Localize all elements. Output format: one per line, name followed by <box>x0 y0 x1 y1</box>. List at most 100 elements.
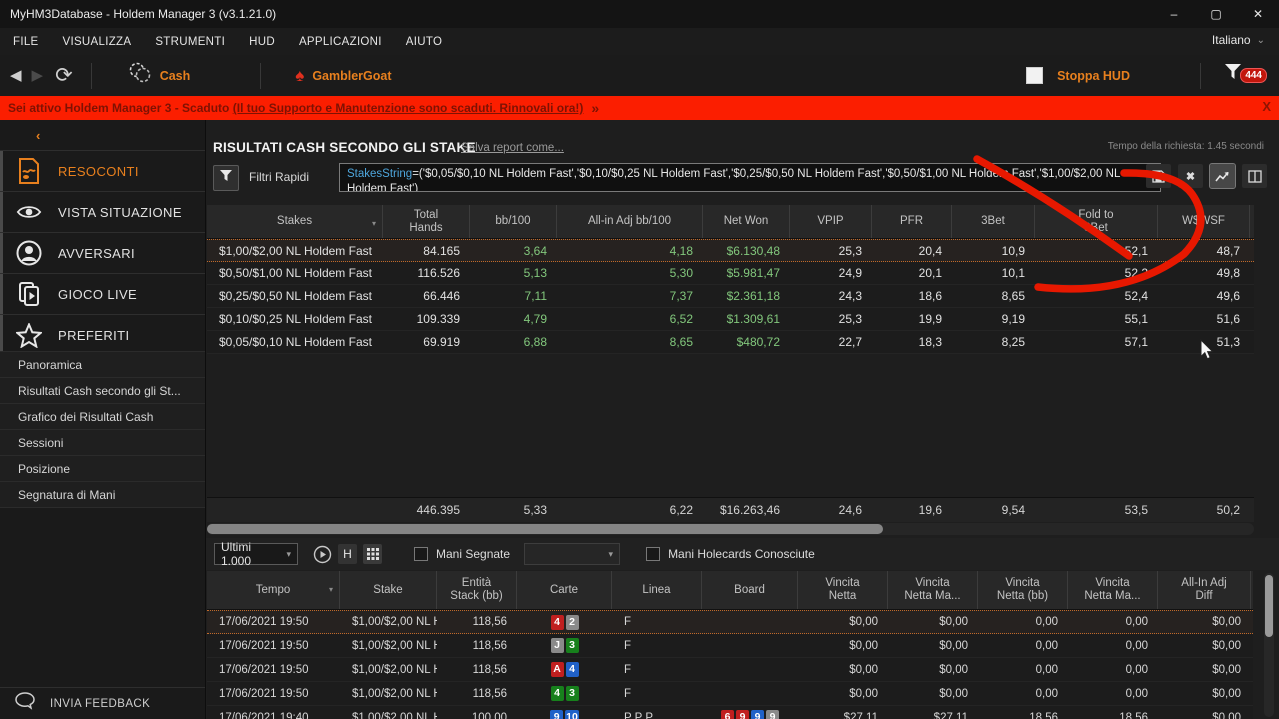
sort-arrow-icon[interactable]: ▾ <box>329 583 333 596</box>
report-item-posizione[interactable]: Posizione <box>0 455 205 481</box>
horizontal-scrollbar[interactable] <box>207 523 1254 535</box>
hand-filter-button[interactable]: 444 <box>1223 62 1267 90</box>
marked-hands-select[interactable]: ▾ <box>524 543 621 565</box>
hand-row[interactable]: 17/06/2021 19:50 $1,00/$2,00 NL Holdem Fa… <box>207 634 1253 658</box>
cell-vincita-netta-bb: 0,00 <box>1035 687 1058 700</box>
refresh-icon[interactable]: ⟳ <box>55 63 73 88</box>
column-header-w-wsf[interactable]: W$WSF <box>1158 205 1250 238</box>
hand-range-select[interactable]: Ultimi 1.000 ▾ <box>214 540 298 568</box>
stakes-row[interactable]: $1,00/$2,00 NL Holdem Fast 84.165 3,64 4,18… <box>207 239 1254 262</box>
column-header-vpip[interactable]: VPIP <box>790 205 872 238</box>
marked-hands-checkbox[interactable] <box>414 547 428 561</box>
card-9d: 9 <box>751 710 764 719</box>
cell-stake: $1,00/$2,00 NL Holdem Fast <box>352 687 437 700</box>
columns-layout-button[interactable] <box>1242 164 1267 188</box>
vertical-scrollbar[interactable] <box>1264 573 1274 717</box>
divider <box>1200 62 1201 89</box>
cell-vincita-netta-ma: 0,00 <box>1125 639 1148 652</box>
column-header-vincita-netta-ma[interactable]: Vincita Netta Ma... <box>888 571 978 609</box>
scrollbar-thumb[interactable] <box>1265 575 1273 637</box>
column-header-fold-to-3bet[interactable]: Fold to 3Bet <box>1035 205 1158 238</box>
feedback-label: INVIA FEEDBACK <box>50 697 151 710</box>
cash-tab[interactable]: Cash <box>128 62 190 89</box>
scrollbar-thumb[interactable] <box>207 524 883 534</box>
sidebar-item-label: VISTA SITUAZIONE <box>58 204 182 220</box>
cell-tempo: 17/06/2021 19:50 <box>219 687 309 700</box>
column-header-3bet[interactable]: 3Bet <box>952 205 1035 238</box>
player-tab[interactable]: ♠ GamblerGoat <box>295 67 391 84</box>
column-header-board[interactable]: Board <box>702 571 798 609</box>
column-header-tempo[interactable]: Tempo ▾ <box>207 571 340 609</box>
stakes-row[interactable]: $0,25/$0,50 NL Holdem Fast 66.446 7,11 7,37… <box>207 285 1254 308</box>
send-feedback-button[interactable]: INVIA FEEDBACK <box>0 687 205 719</box>
stop-hud-checkbox[interactable] <box>1026 67 1044 84</box>
column-header-all-in-adj-diff[interactable]: All-In Adj Diff <box>1158 571 1251 609</box>
renew-link[interactable]: (Il tuo Supporto e Manutenzione sono sca… <box>233 101 584 115</box>
column-header-vincita-netta[interactable]: Vincita Netta <box>798 571 888 609</box>
menu-file[interactable]: FILE <box>13 36 39 48</box>
column-header-linea[interactable]: Linea <box>612 571 702 609</box>
sidebar-item-resoconti[interactable]: RESOCONTI <box>0 150 205 191</box>
report-item-sessioni[interactable]: Sessioni <box>0 429 205 455</box>
column-header-net-won[interactable]: Net Won <box>703 205 790 238</box>
language-selector[interactable]: Italiano ⌄ <box>1212 33 1265 47</box>
replay-hand-button[interactable] <box>312 544 332 564</box>
column-header-all-in-adj-bb-100[interactable]: All-in Adj bb/100 <box>557 205 703 238</box>
close-button[interactable]: ✕ <box>1237 0 1279 28</box>
clear-filter-button[interactable]: ✖ <box>1178 164 1203 188</box>
stakes-row[interactable]: $0,05/$0,10 NL Holdem Fast 69.919 6,88 8,65… <box>207 331 1254 354</box>
back-button[interactable]: ◀ <box>10 68 22 83</box>
column-header-stake[interactable]: Stake <box>340 571 437 609</box>
menu-strumenti[interactable]: STRUMENTI <box>155 36 225 48</box>
banner-close-button[interactable]: X <box>1262 99 1271 114</box>
minimize-button[interactable]: – <box>1153 0 1195 28</box>
maximize-button[interactable]: ▢ <box>1195 0 1237 28</box>
report-item-risultati-cash-secondo-gli-st[interactable]: Risultati Cash secondo gli St... <box>0 377 205 403</box>
card-4c: 4 <box>550 686 564 701</box>
stakes-row[interactable]: $0,50/$1,00 NL Holdem Fast 116.526 5,13 5,3… <box>207 262 1254 285</box>
cell-net-won: $480,72 <box>736 335 780 349</box>
menu-hud[interactable]: HUD <box>249 36 275 48</box>
sidebar-item-gioco-live[interactable]: GIOCO LIVE <box>0 273 205 314</box>
column-header-vincita-netta-ma[interactable]: Vincita Netta Ma... <box>1068 571 1158 609</box>
hand-row[interactable]: 17/06/2021 19:50 $1,00/$2,00 NL Holdem Fa… <box>207 610 1253 634</box>
hud-toggle-button[interactable]: H <box>338 544 357 564</box>
chart-view-button[interactable] <box>1209 163 1236 189</box>
report-item-grafico-dei-risultati-cash[interactable]: Grafico dei Risultati Cash <box>0 403 205 429</box>
quick-filter-bar: Filtri Rapidi StakesString=('$0,05/$0,10… <box>211 162 1269 192</box>
forward-button[interactable]: ▶ <box>32 68 44 83</box>
card-2s: 2 <box>565 614 579 630</box>
quick-filter-button[interactable] <box>213 165 239 191</box>
hand-row[interactable]: 17/06/2021 19:50 $1,00/$2,00 NL Holdem Fa… <box>207 658 1253 682</box>
filter-expression-input[interactable]: StakesString=('$0,05/$0,10 NL Holdem Fas… <box>339 163 1161 192</box>
column-header-bb-100[interactable]: bb/100 <box>470 205 557 238</box>
menu-visualizza[interactable]: VISUALIZZA <box>63 36 132 48</box>
cell-vincita-netta-ma: 0,00 <box>1125 663 1148 676</box>
known-holecards-checkbox[interactable] <box>646 547 661 561</box>
sort-arrow-icon[interactable]: ▾ <box>372 217 376 230</box>
column-header-carte[interactable]: Carte <box>517 571 612 609</box>
collapse-sidebar-button[interactable]: ‹ <box>36 128 40 143</box>
column-header-pfr[interactable]: PFR <box>872 205 952 238</box>
report-item-panoramica[interactable]: Panoramica <box>0 351 205 377</box>
cell-3bet: 10,9 <box>1001 243 1025 258</box>
column-header-total-hands[interactable]: Total Hands <box>383 205 470 238</box>
sidebar-item-preferiti[interactable]: PREFERITI <box>0 314 205 355</box>
sidebar-item-vista-situazione[interactable]: VISTA SITUAZIONE <box>0 191 205 232</box>
double-chevron-icon: » <box>591 100 600 116</box>
column-header-entit-stack-bb[interactable]: Entità Stack (bb) <box>437 571 517 609</box>
hand-row[interactable]: 17/06/2021 19:40 $1,00/$2,00 NL Holdem Fa… <box>207 706 1253 719</box>
grid-view-button[interactable] <box>363 544 382 564</box>
menu-aiuto[interactable]: AIUTO <box>406 36 442 48</box>
sidebar-item-avversari[interactable]: AVVERSARI <box>0 232 205 273</box>
save-report-link[interactable]: Salva report come... <box>461 142 564 154</box>
stakes-row[interactable]: $0,10/$0,25 NL Holdem Fast 109.339 4,79 6,5… <box>207 308 1254 331</box>
chevron-down-icon: ▾ <box>608 548 614 559</box>
hand-row[interactable]: 17/06/2021 19:50 $1,00/$2,00 NL Holdem Fa… <box>207 682 1253 706</box>
report-item-segnatura-di-mani[interactable]: Segnatura di Mani <box>0 481 205 508</box>
column-header-stakes[interactable]: Stakes ▾ <box>207 205 383 238</box>
save-filter-button[interactable] <box>1146 164 1171 188</box>
menu-applicazioni[interactable]: APPLICAZIONI <box>299 36 382 48</box>
cell-tempo: 17/06/2021 19:50 <box>219 639 309 652</box>
column-header-vincita-netta-bb[interactable]: Vincita Netta (bb) <box>978 571 1068 609</box>
